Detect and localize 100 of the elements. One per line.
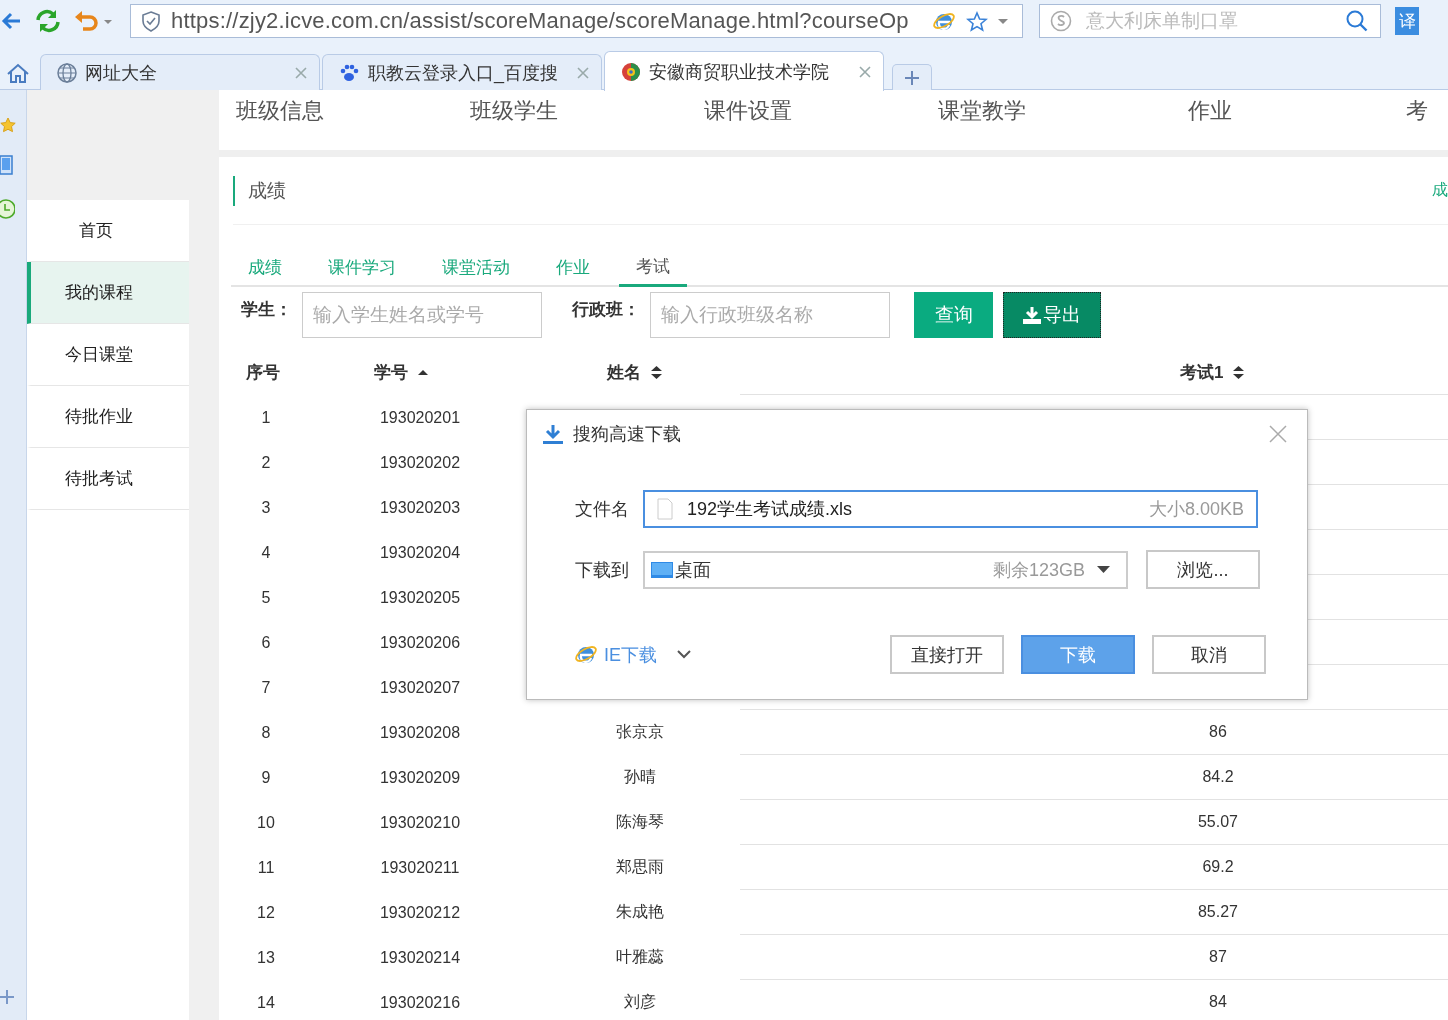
undo-icon[interactable] [74, 10, 112, 32]
class-search-field[interactable]: 输入行政班级名称 [650, 292, 890, 338]
table-cell: 4 [261, 543, 271, 562]
table-cell: 193020201 [379, 408, 461, 427]
table-cell: 193020210 [379, 813, 461, 832]
logo-icon [621, 61, 641, 82]
table-cell: 10 [257, 813, 275, 832]
search-box[interactable]: 意大利床单制口罩 [1039, 4, 1381, 38]
address-bar[interactable]: https://zjy2.icve.com.cn/assist/scoreManage/scoreManage.html?courseOp [130, 4, 1023, 38]
sidebar-item[interactable]: 待批作业 [27, 386, 189, 448]
paw-icon [339, 63, 360, 82]
search-icon[interactable] [1346, 10, 1368, 32]
browser-tab[interactable]: 职教云登录入口_百度搜 [322, 54, 602, 90]
table-cell: 193020214 [379, 948, 461, 967]
table-cell: 86 [1209, 723, 1227, 741]
column-header[interactable]: 序号 [246, 361, 280, 384]
table-cell: 55.07 [1197, 813, 1238, 831]
table-cell: 85.27 [1197, 903, 1238, 921]
table-cell: 193020216 [379, 993, 461, 1012]
nav-link[interactable]: 作业 [1172, 96, 1406, 126]
table-cell: 193020203 [379, 498, 461, 517]
table-cell: 193020202 [379, 453, 461, 472]
tab[interactable]: 考试 [619, 249, 687, 287]
sidebar-item[interactable]: 我的课程 [27, 262, 189, 324]
browse-button[interactable]: 浏览... [1146, 550, 1260, 589]
globe-icon [57, 62, 77, 83]
table-cell: 84 [1209, 993, 1227, 1011]
ie-icon [575, 643, 598, 666]
table-cell: 5 [261, 588, 271, 607]
desktop-icon [651, 561, 673, 578]
refresh-icon[interactable] [34, 8, 62, 34]
home-icon[interactable] [6, 62, 30, 84]
column-header[interactable]: 姓名 [607, 361, 662, 384]
table-cell: 193020212 [379, 903, 461, 922]
table-cell: 193020204 [379, 543, 461, 562]
table-cell: 193020205 [379, 588, 461, 607]
close-tab-icon[interactable] [577, 66, 589, 79]
table-cell: 2 [261, 453, 271, 472]
file-icon [657, 498, 673, 520]
table-cell-text: 孙晴 [624, 767, 656, 787]
table-cell: 193020211 [380, 858, 460, 877]
nav-link[interactable]: 考 [1406, 96, 1448, 126]
download-icon [1023, 306, 1041, 324]
table-cell: 87 [1209, 948, 1227, 966]
browser-tab[interactable]: 安徽商贸职业技术学院 [604, 51, 884, 91]
table-cell: 193020207 [379, 678, 461, 697]
shield-icon [141, 10, 161, 32]
sort-icon [1233, 364, 1245, 380]
table-cell-text: 朱成艳 [616, 902, 664, 922]
close-tab-icon[interactable] [295, 66, 307, 79]
section-title: 成绩 [233, 175, 286, 206]
dialog-button[interactable]: 直接打开 [890, 635, 1004, 674]
destination-dropdown[interactable]: 桌面 剩余123GB [643, 550, 1128, 589]
student-search-field[interactable]: 输入学生姓名或学号 [302, 292, 542, 338]
sidebar-item[interactable]: 今日课堂 [27, 324, 189, 386]
back-arrow-icon[interactable] [0, 10, 22, 32]
nav-link[interactable]: 班级学生 [470, 96, 704, 126]
search-field[interactable]: 意大利床单制口罩 [1084, 9, 1334, 33]
table-cell: 69.2 [1202, 858, 1234, 876]
column-header[interactable]: 考试1 [1180, 360, 1245, 384]
sogou-icon [1050, 10, 1072, 32]
field-label: 下载到 [575, 558, 630, 582]
table-cell: 12 [257, 903, 275, 922]
sidebar-item[interactable]: 待批考试 [27, 448, 189, 510]
column-header[interactable]: 学号 [374, 361, 428, 384]
download-icon [543, 424, 563, 444]
dialog-button[interactable]: 取消 [1152, 635, 1266, 674]
star-icon[interactable] [966, 10, 988, 32]
monitor-icon[interactable] [0, 155, 13, 177]
clock-icon[interactable] [0, 199, 15, 219]
new-tab-button[interactable] [892, 64, 932, 90]
caret-down-icon [1097, 566, 1110, 573]
plus-icon[interactable] [0, 990, 14, 1004]
sort-icon [651, 365, 662, 380]
close-icon[interactable] [1269, 425, 1287, 443]
table-cell-text: 张京京 [616, 722, 664, 742]
table-cell: 193020206 [379, 633, 461, 652]
nav-link[interactable]: 班级信息 [236, 96, 470, 126]
export-button[interactable]: 导出 [1003, 292, 1101, 338]
close-tab-icon[interactable] [859, 65, 871, 78]
file-name-field[interactable]: 192学生考试成绩.xls 大小8.00KB [643, 490, 1258, 528]
table-cell: 13 [257, 948, 275, 967]
table-cell: 7 [261, 678, 271, 697]
nav-link[interactable]: 课堂教学 [938, 96, 1172, 126]
table-cell: 14 [257, 993, 275, 1012]
star-icon[interactable] [0, 117, 16, 133]
browser-tab[interactable]: 网址大全 [40, 54, 320, 90]
table-cell: 193020209 [379, 768, 461, 787]
table-cell: 6 [261, 633, 271, 652]
sort-ascending-icon [418, 369, 428, 376]
table-cell: 9 [261, 768, 271, 787]
table-cell-text: 郑思雨 [616, 857, 664, 877]
nav-link[interactable]: 课件设置 [704, 96, 938, 126]
caret-down-icon [998, 18, 1008, 24]
table-cell-text: 叶雅蕊 [616, 947, 664, 967]
table-cell-text: 陈海琴 [616, 812, 664, 832]
chevron-down-icon[interactable] [677, 650, 691, 659]
plus-icon [905, 70, 919, 85]
table-cell: 84.2 [1202, 768, 1234, 786]
dialog-title: 搜狗高速下载 [573, 423, 682, 446]
